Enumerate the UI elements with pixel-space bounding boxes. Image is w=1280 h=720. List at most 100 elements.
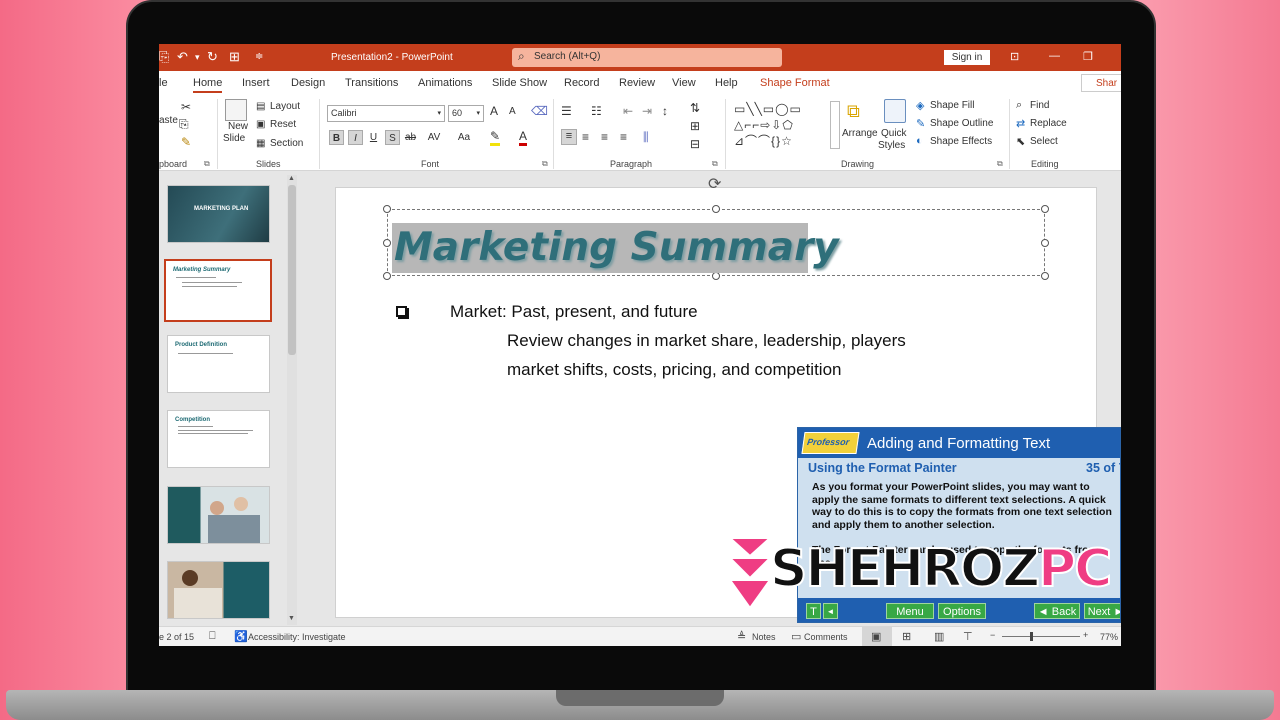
resize-handle[interactable] — [383, 239, 391, 247]
font-launcher-icon[interactable]: ⧉ — [542, 159, 548, 169]
zoom-out-icon[interactable]: − — [990, 630, 995, 640]
thumbnail-slide-3[interactable]: Product Definition — [167, 335, 270, 393]
customize-toolbar-icon[interactable]: ≑ — [255, 51, 263, 62]
zoom-slider-knob[interactable] — [1030, 632, 1033, 641]
zoom-slider[interactable] — [1002, 636, 1080, 637]
strikethrough-button[interactable]: ab — [403, 130, 418, 145]
tutorial-back-button[interactable]: ◄ Back — [1034, 603, 1080, 619]
scroll-down-icon[interactable]: ▼ — [288, 615, 295, 622]
numbering-icon[interactable]: ☷ — [591, 104, 602, 118]
thumbnails-scrollbar[interactable]: ▲ ▼ — [287, 175, 297, 625]
slide-title[interactable]: Marketing Summary — [392, 223, 839, 273]
comments-icon[interactable]: ▭ — [791, 630, 801, 643]
text-direction-icon[interactable]: ⇅ — [690, 101, 700, 115]
tab-transitions[interactable]: Transitions — [345, 77, 398, 89]
paste-button[interactable]: aste — [159, 115, 178, 126]
scroll-up-icon[interactable]: ▲ — [288, 175, 295, 182]
align-center-icon[interactable]: ≡ — [582, 130, 589, 144]
tab-file[interactable]: le — [159, 77, 168, 89]
select-icon[interactable]: ⬉ — [1016, 135, 1025, 148]
justify-icon[interactable]: ≡ — [620, 130, 627, 144]
notes-button[interactable]: Notes — [752, 632, 776, 642]
arrange-icon[interactable]: ⧉ — [847, 101, 869, 123]
tab-review[interactable]: Review — [619, 77, 655, 89]
tab-animations[interactable]: Animations — [418, 77, 472, 89]
shape-outline-button[interactable]: Shape Outline — [930, 118, 993, 129]
share-button[interactable]: Shar — [1081, 74, 1121, 92]
search-box[interactable]: ⌕ Search (Alt+Q) — [512, 48, 782, 67]
tutorial-menu-button[interactable]: Menu — [886, 603, 934, 619]
tab-insert[interactable]: Insert — [242, 77, 270, 89]
clear-formatting-icon[interactable]: ⌫ — [531, 104, 548, 118]
align-left-icon[interactable]: ≡ — [561, 129, 577, 145]
new-slide-icon[interactable] — [225, 99, 247, 121]
line-spacing-icon[interactable]: ↕ — [662, 104, 668, 118]
select-button[interactable]: Select — [1030, 136, 1058, 147]
tutorial-next-button[interactable]: Next ► — [1084, 603, 1120, 619]
scroll-thumb[interactable] — [288, 185, 296, 355]
character-spacing-button[interactable]: AV — [423, 130, 445, 145]
resize-handle[interactable] — [712, 272, 720, 280]
zoom-in-icon[interactable]: + — [1083, 630, 1088, 640]
shape-effects-button[interactable]: Shape Effects — [930, 136, 992, 147]
accessibility-status[interactable]: Accessibility: Investigate — [248, 632, 346, 642]
tutorial-text-button[interactable]: T — [806, 603, 821, 619]
tab-slide-show[interactable]: Slide Show — [492, 77, 547, 89]
smartart-icon[interactable]: ⊟ — [690, 137, 700, 151]
grow-font-button[interactable]: A — [490, 104, 498, 118]
font-name-select[interactable]: Calibri ▾ — [327, 105, 445, 122]
shape-effects-icon[interactable]: ◐ — [916, 135, 923, 147]
redo-icon[interactable]: ↻ — [207, 49, 218, 65]
tab-help[interactable]: Help — [715, 77, 738, 89]
replace-icon[interactable]: ⇄ — [1016, 117, 1025, 130]
slideshow-icon[interactable]: ⊤ — [963, 630, 973, 643]
resize-handle[interactable] — [383, 272, 391, 280]
align-right-icon[interactable]: ≡ — [601, 130, 608, 144]
thumbnail-slide-2[interactable]: Marketing Summary — [164, 259, 272, 322]
thumbnail-slide-1[interactable]: MARKETING PLAN — [167, 185, 270, 243]
rotate-handle-icon[interactable]: ⟳ — [708, 174, 721, 194]
text-shadow-button[interactable]: S — [385, 130, 400, 145]
new-slide-label-2[interactable]: Slide — [223, 133, 245, 144]
italic-button[interactable]: I — [348, 130, 363, 145]
shape-fill-button[interactable]: Shape Fill — [930, 100, 974, 111]
decrease-indent-icon[interactable]: ⇤ — [623, 104, 633, 118]
save-icon[interactable]: ⎘ — [159, 49, 169, 65]
bullets-icon[interactable]: ☰ — [561, 104, 572, 118]
sign-in-button[interactable]: Sign in — [944, 50, 990, 65]
quick-styles-label-2[interactable]: Styles — [878, 140, 905, 151]
quick-styles-icon[interactable] — [884, 99, 906, 123]
clipboard-launcher-icon[interactable]: ⧉ — [204, 159, 210, 169]
restore-icon[interactable]: ❐ — [1083, 50, 1093, 63]
new-slide-label-1[interactable]: New — [228, 121, 248, 132]
reading-view-icon[interactable]: ▥ — [934, 630, 944, 643]
copy-icon[interactable]: ⎘ — [179, 117, 189, 132]
increase-indent-icon[interactable]: ⇥ — [642, 104, 652, 118]
slide-bullet-text[interactable]: Market: Past, present, and future — [450, 302, 698, 322]
font-color-icon[interactable]: A — [519, 129, 528, 146]
resize-handle[interactable] — [1041, 239, 1049, 247]
paragraph-launcher-icon[interactable]: ⧉ — [712, 159, 718, 169]
tab-shape-format[interactable]: Shape Format — [760, 77, 830, 89]
thumbnail-slide-6[interactable] — [167, 561, 270, 619]
columns-icon[interactable]: ⫼ — [643, 130, 649, 145]
normal-view-icon[interactable]: ▣ — [871, 630, 881, 643]
quick-styles-label-1[interactable]: Quick — [881, 128, 907, 139]
thumbnail-slide-4[interactable]: Competition — [167, 410, 270, 468]
speaker-icon[interactable]: ◄ — [823, 603, 838, 619]
undo-dropdown-icon[interactable]: ▾ — [195, 52, 200, 63]
comments-button[interactable]: Comments — [804, 632, 848, 642]
align-text-icon[interactable]: ⊞ — [690, 119, 700, 133]
drawing-launcher-icon[interactable]: ⧉ — [997, 159, 1003, 169]
resize-handle[interactable] — [383, 205, 391, 213]
tab-view[interactable]: View — [672, 77, 696, 89]
section-icon[interactable]: ▦ — [256, 138, 265, 149]
resize-handle[interactable] — [712, 205, 720, 213]
arrange-button[interactable]: Arrange — [842, 128, 878, 139]
notes-icon[interactable]: ≜ — [737, 630, 746, 643]
spell-check-icon[interactable]: ⎕ — [209, 630, 216, 643]
find-icon[interactable]: ⌕ — [1016, 99, 1022, 112]
tutorial-options-button[interactable]: Options — [938, 603, 986, 619]
slide-sub-bullet-2[interactable]: market shifts, costs, pricing, and compe… — [507, 360, 841, 380]
layout-button[interactable]: Layout — [270, 101, 300, 112]
